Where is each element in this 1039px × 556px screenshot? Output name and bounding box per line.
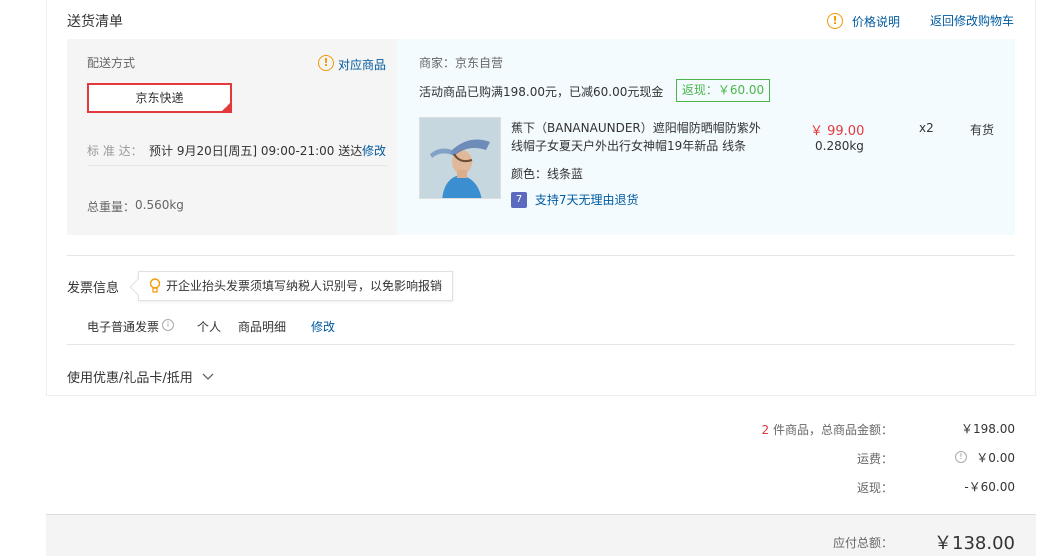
shipping-option-jd-express[interactable]: 京东快递 ✓ bbox=[87, 83, 232, 113]
return-policy-text[interactable]: 支持7天无理由退货 bbox=[535, 193, 639, 207]
seven-day-return-icon: 7 bbox=[511, 191, 527, 208]
warning-icon: ! bbox=[827, 13, 843, 29]
info-icon[interactable]: i bbox=[162, 319, 174, 331]
invoice-tip-tooltip: 开企业抬头发票须填写纳税人识别号，以免影响报销 bbox=[129, 271, 453, 301]
divider bbox=[67, 344, 1015, 345]
product-quantity: x2 bbox=[919, 121, 934, 135]
coupon-title: 使用优惠/礼品卡/抵用 bbox=[67, 371, 193, 386]
chevron-down-icon bbox=[202, 373, 214, 380]
product-name-line2[interactable]: 线帽子女夏天户外出行女神帽19年新品 线条 bbox=[511, 137, 746, 154]
price-explain-link[interactable]: 价格说明 bbox=[852, 13, 900, 30]
standard-delivery-label: 标 准 达： bbox=[87, 144, 143, 158]
standard-delivery-time: 预计 9月20日[周五] 09:00-21:00 送达 bbox=[149, 144, 363, 158]
invoice-title: 发票信息 bbox=[67, 281, 120, 296]
product-photo-illustration bbox=[420, 118, 500, 198]
rebate-value: -￥60.00 bbox=[964, 480, 1015, 494]
product-color: 颜色：线条蓝 bbox=[511, 167, 584, 181]
freight-value: ￥0.00 bbox=[976, 451, 1015, 465]
section-title-delivery-list: 送货清单 bbox=[67, 14, 123, 30]
product-name-line1[interactable]: 蕉下（BANANAUNDER）遮阳帽防晒帽防紫外 bbox=[511, 119, 761, 136]
back-to-cart-link[interactable]: 返回修改购物车 bbox=[930, 12, 1014, 29]
warning-icon: ! bbox=[318, 55, 334, 71]
product-price: ￥ 99.00 bbox=[810, 124, 865, 139]
total-weight-value: 0.560kg bbox=[135, 198, 184, 212]
divider bbox=[67, 255, 1015, 256]
related-goods-link[interactable]: 对应商品 bbox=[338, 56, 386, 73]
rebate-badge: 返现：￥60.00 bbox=[676, 79, 770, 102]
product-stock-status: 有货 bbox=[970, 123, 995, 137]
invoice-holder: 个人 bbox=[197, 320, 222, 334]
goods-total-label-text: 件商品，总商品金额： bbox=[769, 423, 893, 437]
invoice-type: 电子普通发票 bbox=[87, 320, 160, 334]
product-image[interactable] bbox=[419, 117, 501, 199]
payable-value: ￥138.00 bbox=[934, 533, 1015, 554]
return-policy: 7 支持7天无理由退货 bbox=[511, 191, 638, 208]
promo-text: 活动商品已购满198.00元，已减60.00元现金 bbox=[419, 85, 664, 99]
modify-invoice-link[interactable]: 修改 bbox=[311, 318, 335, 335]
payable-label: 应付总额： bbox=[832, 536, 893, 550]
checkmark-icon: ✓ bbox=[224, 102, 230, 110]
lightbulb-icon bbox=[149, 278, 161, 293]
coupon-toggle[interactable]: 使用优惠/礼品卡/抵用 bbox=[67, 367, 215, 386]
invoice-content: 商品明细 bbox=[238, 320, 287, 334]
shipping-method-label: 配送方式 bbox=[87, 56, 136, 70]
total-weight-label: 总重量： bbox=[87, 200, 136, 214]
freight-label: 运费： bbox=[856, 452, 893, 466]
modify-delivery-time-link[interactable]: 修改 bbox=[362, 142, 386, 159]
shipping-option-label: 京东快递 bbox=[135, 91, 184, 105]
divider bbox=[87, 165, 387, 166]
goods-total-label: 2 件商品，总商品金额： bbox=[693, 421, 893, 438]
product-weight: 0.280kg bbox=[815, 139, 864, 153]
goods-total-value: ￥198.00 bbox=[961, 422, 1015, 436]
rebate-label: 返现： bbox=[856, 481, 893, 495]
invoice-tip-text: 开企业抬头发票须填写纳税人识别号，以免影响报销 bbox=[166, 279, 443, 293]
seller-label: 商家：京东自营 bbox=[419, 56, 504, 70]
info-icon[interactable]: ! bbox=[955, 451, 967, 463]
